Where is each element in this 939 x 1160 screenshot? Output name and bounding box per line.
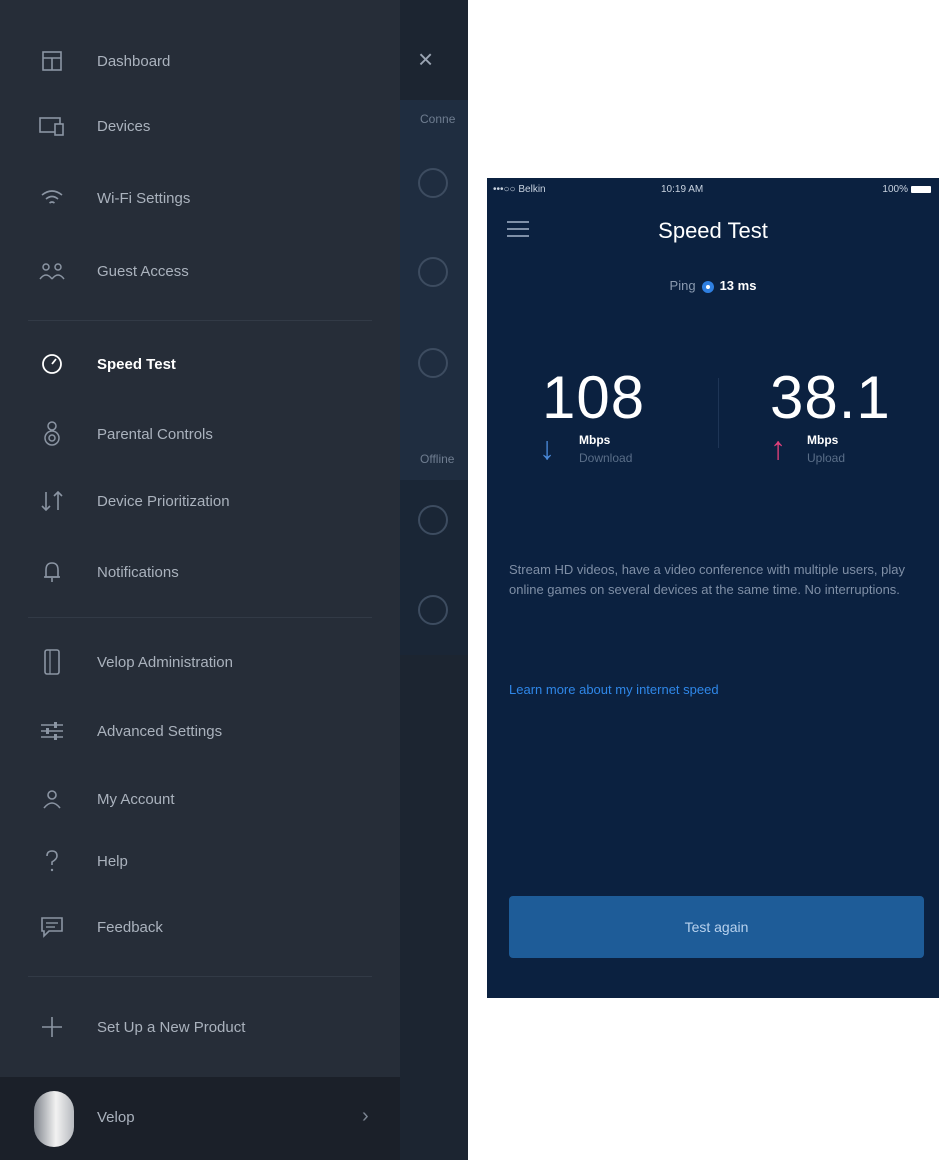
status-bar: •••○○ Belkin 10:19 AM 100% [487,178,939,204]
user-icon [36,783,68,815]
peek-device-circle [418,595,448,625]
peek-device-circle [418,505,448,535]
menu-item-my-account[interactable]: My Account [0,776,400,822]
menu-drawer-screen: × Conne Offline Dashboard Devices Wi-Fi … [0,0,468,1160]
battery-icon [911,185,931,193]
ping-label: Ping [669,278,696,293]
download-label: Download [579,451,633,465]
menu-item-label: Parental Controls [97,425,213,443]
upload-speed-value: 38.1 [770,364,891,431]
prioritization-arrows-icon [36,485,68,517]
speed-description: Stream HD videos, have a video conferenc… [509,562,905,597]
menu-item-label: Speed Test [97,355,176,373]
battery-indicator: 100% [882,184,931,195]
peek-band [400,100,468,500]
network-selector[interactable]: Velop › [0,1077,400,1160]
menu-item-label: Set Up a New Product [97,1018,246,1036]
upload-unit: Mbps [807,433,839,447]
guest-access-icon [36,255,68,287]
menu-item-dashboard[interactable]: Dashboard [0,38,400,84]
menu-item-advanced-settings[interactable]: Advanced Settings [0,708,400,754]
velop-node-icon [36,646,68,678]
ping-value: 13 ms [719,278,757,293]
menu-divider [28,320,372,321]
bell-icon [36,556,68,588]
peek-device-circle [418,348,448,378]
speed-test-screen: •••○○ Belkin 10:19 AM 100% Speed Test Pi… [487,178,939,998]
background-screen-peek: × Conne Offline [400,0,468,1160]
devices-icon [36,110,68,142]
upload-label: Upload [807,451,846,465]
menu-item-label: Dashboard [97,52,171,70]
parental-controls-icon [36,418,68,450]
peek-device-circle [418,168,448,198]
velop-device-image [34,1091,74,1147]
menu-item-label: My Account [97,790,175,808]
menu-item-label: Device Prioritization [97,492,230,510]
menu-divider [28,617,372,618]
menu-item-devices[interactable]: Devices [0,103,400,149]
ping-readout: Ping 13 ms [487,278,939,293]
speedometer-icon [36,348,68,380]
peek-section-connected: Conne [420,112,456,126]
menu-item-label: Devices [97,117,151,135]
download-speed-value: 108 [542,364,646,431]
test-again-button[interactable]: Test again [509,896,924,958]
menu-item-label: Advanced Settings [97,722,223,740]
sliders-icon [36,715,68,747]
question-icon [36,845,68,877]
battery-percent: 100% [882,184,908,195]
menu-item-label: Guest Access [97,262,189,280]
menu-item-feedback[interactable]: Feedback [0,904,400,950]
ping-dot-icon [701,280,714,293]
menu-divider [28,976,372,977]
menu-item-notifications[interactable]: Notifications [0,549,400,595]
plus-icon [36,1011,68,1043]
menu-item-velop-administration[interactable]: Velop Administration [0,639,400,685]
menu-item-guest-access[interactable]: Guest Access [0,248,400,294]
menu-item-help[interactable]: Help [0,838,400,884]
menu-item-label: Feedback [97,918,163,936]
menu-item-label: Velop Administration [97,653,233,671]
menu-item-device-prioritization[interactable]: Device Prioritization [0,478,400,524]
menu-item-label: Notifications [97,563,179,581]
peek-section-offline: Offline [420,452,455,466]
carrier-label: •••○○ Belkin [493,184,546,195]
menu-item-label: Help [97,852,128,870]
menu-item-speed-test[interactable]: Speed Test [0,341,400,387]
wifi-icon [36,182,68,214]
network-name: Velop [97,1109,135,1126]
download-unit: Mbps [579,433,611,447]
page-title: Speed Test [658,218,768,243]
upload-arrow-icon: ↑ [770,430,786,466]
chevron-right-icon: › [362,1105,369,1127]
learn-more-link[interactable]: Learn more about my internet speed [509,682,719,697]
close-icon[interactable]: × [418,44,433,74]
results-divider [718,378,719,448]
peek-device-circle [418,257,448,287]
menu-item-wifi-settings[interactable]: Wi-Fi Settings [0,175,400,221]
status-time: 10:19 AM [661,184,704,195]
download-arrow-icon: ↓ [539,430,555,466]
feedback-icon [36,911,68,943]
menu-item-set-up-new-product[interactable]: Set Up a New Product [0,1004,400,1050]
dashboard-icon [36,45,68,77]
menu-item-parental-controls[interactable]: Parental Controls [0,411,400,457]
menu-item-label: Wi-Fi Settings [97,189,191,207]
